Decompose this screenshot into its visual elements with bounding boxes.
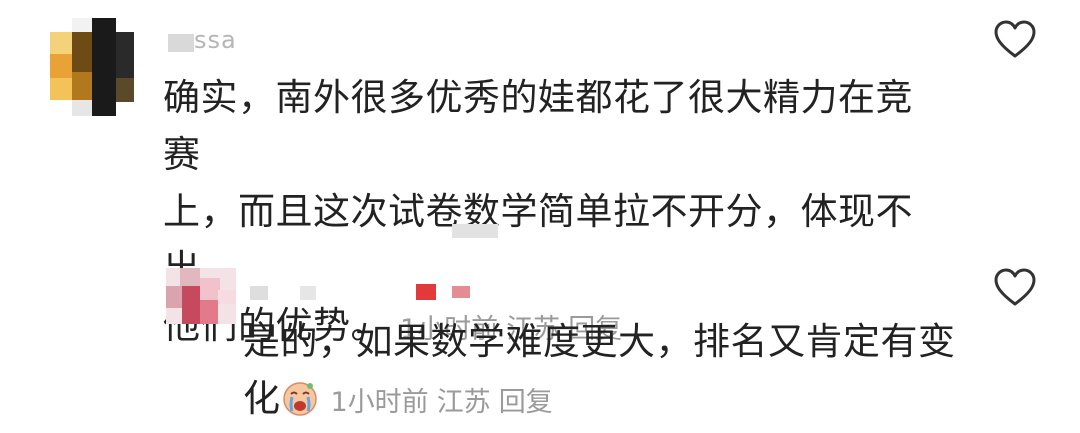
comment-time: 1小时前 xyxy=(330,387,429,418)
username-blur xyxy=(300,286,316,300)
like-heart-icon[interactable] xyxy=(994,20,1036,60)
username-blur xyxy=(452,286,470,298)
username[interactable]: ssa xyxy=(194,26,237,54)
comment-line: 化 xyxy=(243,377,281,420)
comment-line: 确实，南外很多优秀的娃都花了很大精力在竞赛 xyxy=(163,76,913,176)
username-blur xyxy=(168,34,194,52)
avatar[interactable] xyxy=(166,268,236,324)
like-heart-icon[interactable] xyxy=(994,268,1036,308)
username-blur xyxy=(250,286,268,300)
reply-meta: 1小时前 江苏 回复 xyxy=(331,387,561,418)
username-blur xyxy=(416,284,436,300)
avatar[interactable] xyxy=(50,18,134,116)
comment-location: 江苏 xyxy=(436,387,491,418)
crying-face-emoji-icon xyxy=(281,376,319,416)
blur-artifact xyxy=(452,224,498,238)
comment-line-last: 化 1小时前 江苏 回复 xyxy=(243,370,963,431)
comment-line: 是的，如果数学难度更大，排名又肯定有变 xyxy=(243,320,956,363)
reply-button[interactable]: 回复 xyxy=(499,387,553,418)
reply-text: 是的，如果数学难度更大，排名又肯定有变 化 1小时前 江苏 回复 xyxy=(243,313,963,431)
comment-line: 上，而且这次试卷数学简单拉不开分，体现不出 xyxy=(163,190,913,290)
